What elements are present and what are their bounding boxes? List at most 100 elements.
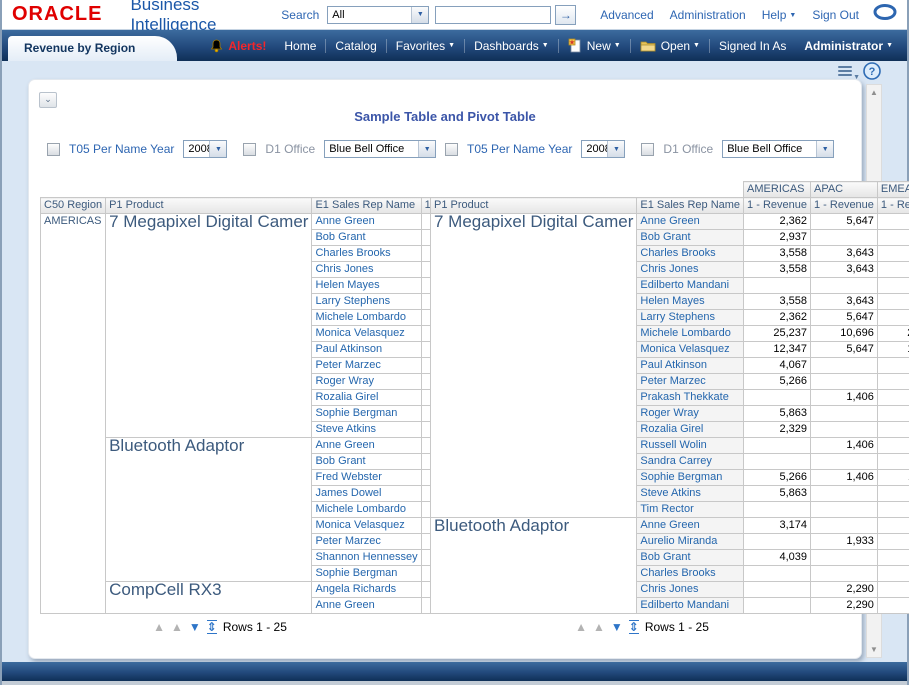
sales-rep-cell[interactable]: Rozalia Girel bbox=[637, 422, 744, 438]
collapse-section-button[interactable]: ⌄ bbox=[39, 92, 57, 108]
search-input[interactable] bbox=[435, 6, 551, 24]
sales-rep-cell[interactable]: Monica Velasquez bbox=[637, 342, 744, 358]
sales-rep-cell[interactable]: Anne Green bbox=[637, 518, 744, 534]
region-column-header[interactable]: EMEA bbox=[877, 182, 909, 198]
sales-rep-cell[interactable]: Bob Grant bbox=[637, 230, 744, 246]
sales-rep-cell[interactable]: Chris Jones bbox=[312, 262, 421, 278]
sales-rep-cell[interactable]: Sandra Carrey bbox=[637, 454, 744, 470]
column-header[interactable]: E1 Sales Rep Name bbox=[637, 198, 744, 214]
column-header[interactable]: P1 Product bbox=[431, 198, 637, 214]
alerts-link[interactable]: Alerts! bbox=[210, 39, 266, 53]
sales-rep-cell[interactable]: Monica Velasquez bbox=[312, 518, 421, 534]
region-column-header[interactable]: APAC bbox=[810, 182, 877, 198]
year-select[interactable]: 2008 ▼ bbox=[581, 140, 625, 158]
sales-rep-cell[interactable]: Chris Jones bbox=[637, 262, 744, 278]
search-go-button[interactable]: → bbox=[555, 5, 576, 25]
pager-all-rows-icon[interactable]: ⇕ bbox=[207, 620, 217, 634]
sales-rep-cell[interactable]: Helen Mayes bbox=[312, 278, 421, 294]
sales-rep-cell[interactable]: Anne Green bbox=[312, 214, 421, 230]
sales-rep-cell[interactable]: Michele Lombardo bbox=[312, 310, 421, 326]
sales-rep-cell[interactable]: Charles Brooks bbox=[312, 246, 421, 262]
office-checkbox[interactable] bbox=[243, 143, 256, 156]
menu-catalog[interactable]: Catalog bbox=[335, 39, 376, 53]
sales-rep-cell[interactable]: Bob Grant bbox=[312, 230, 421, 246]
sales-rep-cell[interactable]: Peter Marzec bbox=[312, 358, 421, 374]
menu-open[interactable]: Open▼ bbox=[640, 39, 700, 53]
sales-rep-cell[interactable]: Russell Wolin bbox=[637, 438, 744, 454]
pager-first-icon[interactable]: ▲ bbox=[153, 621, 165, 633]
column-header[interactable]: P1 Product bbox=[106, 198, 312, 214]
office-checkbox[interactable] bbox=[641, 143, 654, 156]
sales-rep-cell[interactable]: Charles Brooks bbox=[637, 566, 744, 582]
search-scope-select[interactable]: All ▼ bbox=[327, 6, 429, 24]
sales-rep-cell[interactable]: Larry Stephens bbox=[637, 310, 744, 326]
year-checkbox[interactable] bbox=[445, 143, 458, 156]
pager-all-rows-icon[interactable]: ⇕ bbox=[629, 620, 639, 634]
sales-rep-cell[interactable]: Helen Mayes bbox=[637, 294, 744, 310]
sales-rep-cell[interactable]: Peter Marzec bbox=[637, 374, 744, 390]
sales-rep-cell[interactable]: Roger Wray bbox=[637, 406, 744, 422]
sales-rep-cell[interactable]: Larry Stephens bbox=[312, 294, 421, 310]
scroll-up-icon[interactable]: ▲ bbox=[870, 85, 878, 100]
sales-rep-cell[interactable]: Chris Jones bbox=[637, 582, 744, 598]
sales-rep-cell[interactable]: Roger Wray bbox=[312, 374, 421, 390]
help-menu[interactable]: Help▼ bbox=[762, 8, 797, 22]
sign-out-link[interactable]: Sign Out bbox=[812, 8, 859, 22]
user-menu[interactable]: Administrator▼ bbox=[804, 39, 893, 53]
column-header[interactable]: 1 - Revenue bbox=[744, 198, 811, 214]
office-select[interactable]: Blue Bell Office ▼ bbox=[324, 140, 436, 158]
sales-rep-cell[interactable]: Paul Atkinson bbox=[637, 358, 744, 374]
column-header[interactable]: 1 - Revenue bbox=[810, 198, 877, 214]
sales-rep-cell[interactable]: Sophie Bergman bbox=[637, 470, 744, 486]
sales-rep-cell[interactable]: Anne Green bbox=[637, 214, 744, 230]
sales-rep-cell[interactable]: Michele Lombardo bbox=[637, 326, 744, 342]
pager-previous-icon[interactable]: ▲ bbox=[593, 621, 605, 633]
office-select[interactable]: Blue Bell Office ▼ bbox=[722, 140, 834, 158]
menu-new[interactable]: ★ New▼ bbox=[568, 38, 621, 53]
chevron-down-icon[interactable]: ▼ bbox=[209, 141, 226, 157]
chevron-down-icon[interactable]: ▼ bbox=[418, 141, 435, 157]
pager-next-icon[interactable]: ▼ bbox=[189, 621, 201, 633]
chevron-down-icon[interactable]: ▼ bbox=[816, 141, 833, 157]
advanced-link[interactable]: Advanced bbox=[600, 8, 653, 22]
pager-next-icon[interactable]: ▼ bbox=[611, 621, 623, 633]
sales-rep-cell[interactable]: Angela Richards bbox=[312, 582, 421, 598]
sales-rep-cell[interactable]: Aurelio Miranda bbox=[637, 534, 744, 550]
sales-rep-cell[interactable]: James Dowel bbox=[312, 486, 421, 502]
column-header[interactable]: C50 Region bbox=[41, 198, 106, 214]
column-header[interactable]: E1 Sales Rep Name bbox=[312, 198, 421, 214]
scroll-down-icon[interactable]: ▼ bbox=[870, 642, 878, 657]
sales-rep-cell[interactable]: Tim Rector bbox=[637, 502, 744, 518]
sales-rep-cell[interactable]: Sophie Bergman bbox=[312, 406, 421, 422]
tab-revenue-by-region[interactable]: Revenue by Region bbox=[8, 36, 177, 61]
help-icon[interactable]: ? bbox=[863, 62, 881, 85]
sales-rep-cell[interactable]: Paul Atkinson bbox=[312, 342, 421, 358]
chevron-down-icon[interactable]: ▼ bbox=[607, 141, 624, 157]
sales-rep-cell[interactable]: Sophie Bergman bbox=[312, 566, 421, 582]
menu-home[interactable]: Home bbox=[284, 39, 316, 53]
sales-rep-cell[interactable]: Charles Brooks bbox=[637, 246, 744, 262]
year-prompt-link[interactable]: T05 Per Name Year bbox=[467, 142, 572, 156]
pager-previous-icon[interactable]: ▲ bbox=[171, 621, 183, 633]
sales-rep-cell[interactable]: Edilberto Mandani bbox=[637, 598, 744, 614]
pager-first-icon[interactable]: ▲ bbox=[575, 621, 587, 633]
sales-rep-cell[interactable]: Steve Atkins bbox=[312, 422, 421, 438]
chevron-down-icon[interactable]: ▼ bbox=[411, 7, 428, 23]
sales-rep-cell[interactable]: Edilberto Mandani bbox=[637, 278, 744, 294]
sales-rep-cell[interactable]: Fred Webster bbox=[312, 470, 421, 486]
sales-rep-cell[interactable]: Steve Atkins bbox=[637, 486, 744, 502]
sales-rep-cell[interactable]: Michele Lombardo bbox=[312, 502, 421, 518]
administration-link[interactable]: Administration bbox=[670, 8, 746, 22]
sales-rep-cell[interactable]: Monica Velasquez bbox=[312, 326, 421, 342]
sales-rep-cell[interactable]: Anne Green bbox=[312, 438, 421, 454]
sales-rep-cell[interactable]: Bob Grant bbox=[637, 550, 744, 566]
sales-rep-cell[interactable]: Anne Green bbox=[312, 598, 421, 614]
sales-rep-cell[interactable]: Rozalia Girel bbox=[312, 390, 421, 406]
menu-favorites[interactable]: Favorites▼ bbox=[396, 39, 455, 53]
sales-rep-cell[interactable]: Peter Marzec bbox=[312, 534, 421, 550]
region-column-header[interactable]: AMERICAS bbox=[744, 182, 811, 198]
year-select[interactable]: 2008 ▼ bbox=[183, 140, 227, 158]
sales-rep-cell[interactable]: Shannon Hennessey bbox=[312, 550, 421, 566]
menu-dashboards[interactable]: Dashboards▼ bbox=[474, 39, 549, 53]
sales-rep-cell[interactable]: Prakash Thekkate bbox=[637, 390, 744, 406]
